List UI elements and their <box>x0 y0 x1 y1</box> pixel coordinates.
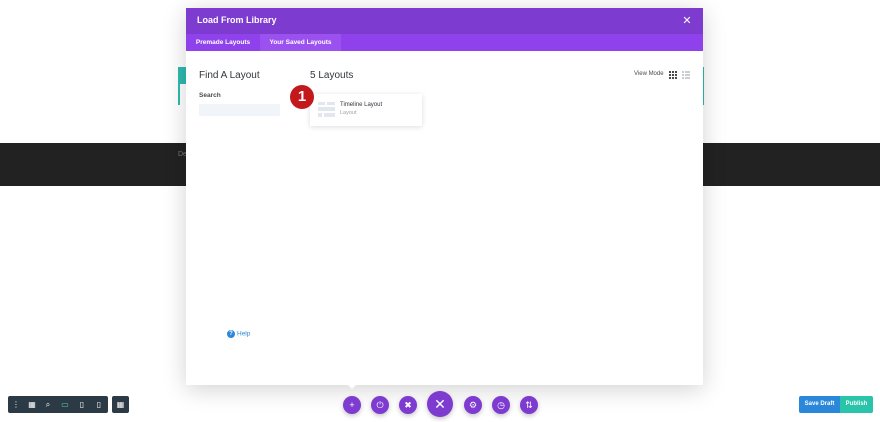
background-section-handle <box>178 67 186 84</box>
grid-view-icon[interactable] <box>669 71 677 79</box>
modal-pointer-caret <box>347 384 357 389</box>
tab-premade-layouts[interactable]: Premade Layouts <box>186 34 260 51</box>
view-mode-label: View Mode <box>634 71 664 77</box>
layout-card-name: Timeline Layout <box>340 102 383 108</box>
help-link[interactable]: ? Help <box>227 330 250 340</box>
layout-card[interactable]: Timeline Layout Layout <box>310 94 422 126</box>
settings-icon[interactable]: ⚙ <box>464 396 482 414</box>
step-number-badge: 1 <box>290 85 314 109</box>
trash-icon[interactable]: ✖ <box>399 396 417 414</box>
view-mode-toolbar: ⋮ ▦ ⌕ ▭ ▯ ▯ <box>8 396 108 413</box>
tablet-view-icon[interactable]: ▯ <box>74 396 90 413</box>
search-label: Search <box>199 92 221 99</box>
tab-your-saved-layouts[interactable]: Your Saved Layouts <box>260 34 341 51</box>
save-draft-button[interactable]: Save Draft <box>799 396 840 413</box>
modal-header: Load From Library ✕ <box>186 8 703 34</box>
power-icon[interactable]: ⏻ <box>371 396 389 414</box>
help-label: Help <box>237 330 251 338</box>
zoom-icon[interactable]: ⌕ <box>40 396 56 413</box>
publish-button[interactable]: Publish <box>840 396 873 413</box>
grid-icon[interactable]: ▦ <box>112 396 129 413</box>
desktop-view-icon[interactable]: ▭ <box>57 396 73 413</box>
list-view-icon[interactable] <box>682 71 690 79</box>
layout-card-type: Layout <box>340 110 357 116</box>
layout-thumbnail-icon <box>318 102 335 117</box>
history-icon[interactable]: ◷ <box>492 396 510 414</box>
more-options-icon[interactable]: ⋮ <box>8 396 24 413</box>
phone-view-icon[interactable]: ▯ <box>91 396 107 413</box>
modal-title: Load From Library <box>197 15 277 25</box>
help-icon: ? <box>227 330 235 338</box>
close-icon[interactable]: ✕ <box>681 14 693 28</box>
add-icon[interactable]: + <box>343 396 361 414</box>
sort-icon[interactable]: ⇅ <box>520 396 538 414</box>
close-icon[interactable]: ✕ <box>427 391 453 417</box>
modal-tab-bar: Premade Layouts Your Saved Layouts <box>186 34 703 51</box>
search-input[interactable] <box>199 104 280 116</box>
find-layout-heading: Find A Layout <box>199 70 260 81</box>
layouts-count-heading: 5 Layouts <box>310 70 354 81</box>
load-from-library-modal: Load From Library ✕ Premade Layouts Your… <box>186 8 703 385</box>
wireframe-icon[interactable]: ▦ <box>24 396 40 413</box>
